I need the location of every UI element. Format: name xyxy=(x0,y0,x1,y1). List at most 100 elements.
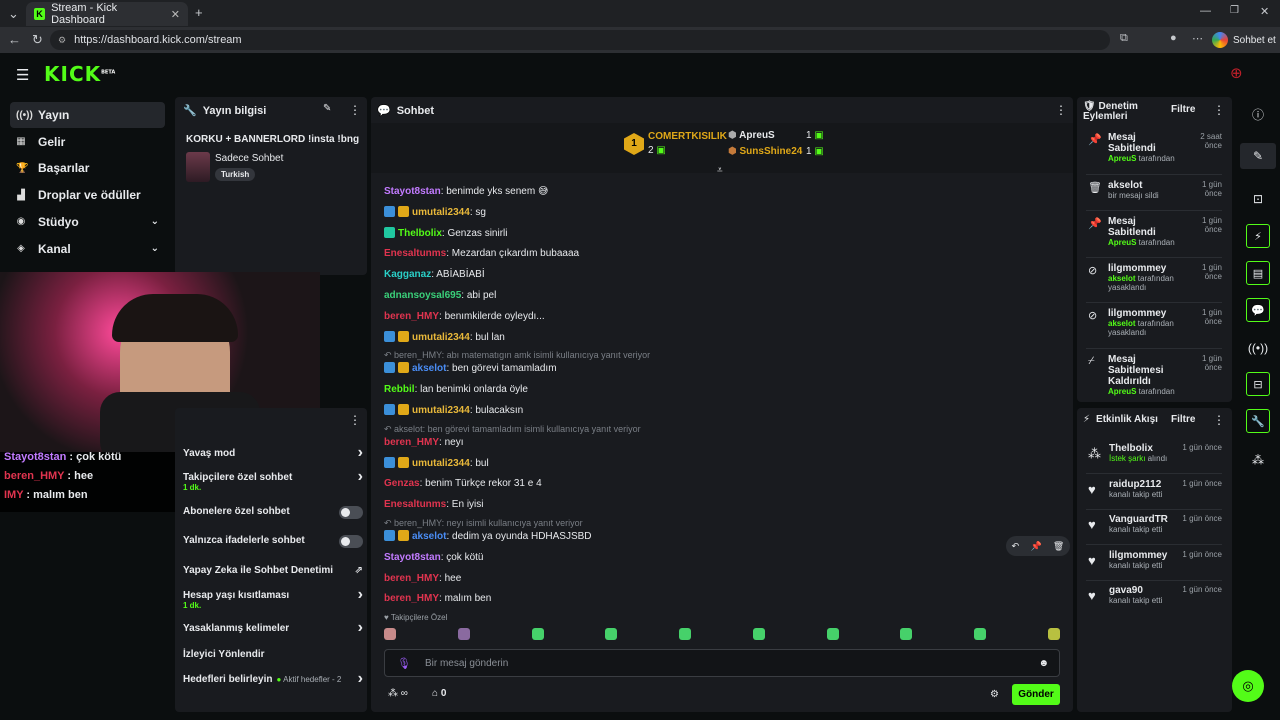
emote-icon[interactable] xyxy=(1047,628,1060,640)
support-icon[interactable]: ◎ xyxy=(1232,670,1264,702)
chat-message[interactable]: umutali2344: bulacaksın xyxy=(384,404,523,417)
chat-message[interactable]: Stayot8stan: benimde yks senem 😅 xyxy=(384,185,548,198)
chat-message[interactable]: umutali2344: sg xyxy=(384,205,486,219)
info-icon[interactable]: ⓘ xyxy=(1236,106,1280,123)
quick-action-flash-icon[interactable]: ⚡ xyxy=(1236,224,1280,248)
microphone-icon[interactable]: 🎙 xyxy=(397,657,411,670)
chevron-down-icon[interactable]: ⌄ xyxy=(151,216,159,227)
emote-icon[interactable] xyxy=(531,628,544,640)
url-bar[interactable]: ⚙ https://dashboard.kick.com/stream xyxy=(50,30,1110,50)
chat-setting-row[interactable]: Yalnızca ifadelerle sohbet xyxy=(183,535,363,548)
chat-username[interactable]: Kagganaz xyxy=(384,269,431,280)
chat-username[interactable]: Thelbolix xyxy=(398,228,442,239)
nav-item[interactable]: ◉ Stüdyo ⌄ xyxy=(10,209,165,235)
chat-username[interactable]: Rebbil xyxy=(384,384,415,395)
chat-message[interactable]: adnansoysal695: abi pel xyxy=(384,289,496,302)
user-avatar-icon[interactable]: ⊕ xyxy=(1230,64,1243,82)
nav-item[interactable]: ◈ Kanal ⌄ xyxy=(10,236,165,262)
emote-icon[interactable] xyxy=(974,628,987,640)
chevron-right-icon[interactable]: › xyxy=(358,670,363,688)
notes-icon[interactable]: ▤ xyxy=(1236,261,1280,285)
chat-message[interactable]: akselot: dedim ya oyunda HDHASJSBD xyxy=(384,530,592,543)
external-link-icon[interactable]: ⇗ xyxy=(355,565,363,576)
stream-info-more-icon[interactable]: ⋮ xyxy=(349,103,361,117)
chat-username[interactable]: Enesaltunms xyxy=(384,248,446,259)
activity-item[interactable]: ♥ lilgmommey kanalı takip etti 1 gün önce xyxy=(1088,550,1222,570)
tools-icon[interactable]: 🔧 xyxy=(1236,409,1280,433)
chat-more-icon[interactable]: ⋮ xyxy=(1055,103,1067,117)
chevron-down-icon[interactable]: ⌄ xyxy=(151,243,159,254)
activity-item[interactable]: ♥ raidup2112 kanalı takip etti 1 gün önce xyxy=(1088,479,1222,499)
activity-item[interactable]: ♥ gava90 kanalı takip etti 1 gün önce xyxy=(1088,585,1222,605)
chat-username[interactable]: umutali2344 xyxy=(412,207,470,218)
chat-settings-more-icon[interactable]: ⋮ xyxy=(349,413,361,427)
close-window-icon[interactable]: ✕ xyxy=(1260,5,1269,18)
mod-action-item[interactable]: ⊘ lilgmommey akselot tarafından yasaklandı… xyxy=(1088,263,1222,292)
chat-username[interactable]: beren_HMY xyxy=(384,593,439,604)
chat-message[interactable]: beren_HMY: neyı xyxy=(384,436,463,449)
collapse-icon[interactable]: ⩡ xyxy=(717,165,723,176)
points-display[interactable]: ⌂ 0 xyxy=(432,688,446,699)
chat-setting-row[interactable]: Yavaş mod › xyxy=(183,444,363,461)
chat-username[interactable]: Stayot8stan xyxy=(384,552,441,563)
chat-setting-row[interactable]: Hesap yaşı kısıtlaması 1 dk. › xyxy=(183,586,363,610)
edit-icon[interactable]: ✎ xyxy=(323,103,331,114)
chat-message[interactable]: Kagganaz: ABİABİABİ xyxy=(384,268,485,281)
chat-username[interactable]: umutali2344 xyxy=(412,458,470,469)
chevron-right-icon[interactable]: › xyxy=(358,586,363,604)
chevron-right-icon[interactable]: › xyxy=(358,619,363,637)
chat-username[interactable]: umutali2344 xyxy=(412,332,470,343)
mod-action-item[interactable]: ⌿ Mesaj Sabitlemesi Kaldırıldı ApreuS tara… xyxy=(1088,354,1222,396)
chat-message[interactable]: beren_HMY: hee xyxy=(384,572,461,585)
chat-setting-row[interactable]: Yasaklanmış kelimeler › xyxy=(183,619,363,636)
chat-message[interactable]: Stayot8stan: çok kötü xyxy=(384,551,484,564)
activity-filter-button[interactable]: Filtre xyxy=(1171,414,1195,425)
mod-action-item[interactable]: 📌 Mesaj Sabitlendi ApreuS tarafından 2 saat… xyxy=(1088,132,1222,163)
chat-username[interactable]: adnansoysal695 xyxy=(384,290,461,301)
reload-icon[interactable]: ↻ xyxy=(32,32,43,48)
chat-setting-row[interactable]: Hedefleri belirleyin ● Aktif hedefler - 2… xyxy=(183,670,363,687)
extensions-icon[interactable]: ⧉ xyxy=(1120,32,1128,45)
send-button[interactable]: Gönder xyxy=(1012,684,1060,705)
chat-username[interactable]: Genzas xyxy=(384,478,420,489)
toggle-switch[interactable] xyxy=(339,506,363,519)
menu-icon[interactable]: ☰ xyxy=(16,66,29,84)
reply-icon[interactable]: ↶ xyxy=(1012,541,1020,552)
chat-settings-icon[interactable]: ⚙ xyxy=(990,689,999,700)
mod-action-item[interactable]: 📌 Mesaj Sabitlendi ApreuS tarafından 1 gün … xyxy=(1088,216,1222,247)
chat-username[interactable]: beren_HMY xyxy=(384,573,439,584)
back-icon[interactable]: ← xyxy=(8,32,21,47)
activity-item[interactable]: ♥ VanguardTR kanalı takip etti 1 gün önce xyxy=(1088,514,1222,534)
chat-message[interactable]: Thelbolix: Genzas sinirli xyxy=(384,226,507,240)
chat-setting-row[interactable]: Takipçilere özel sohbet 1 dk. › xyxy=(183,468,363,492)
activity-more-icon[interactable]: ⋮ xyxy=(1213,413,1225,427)
chat-message[interactable]: Enesaltunms: En iyisi xyxy=(384,498,483,511)
emote-icon[interactable] xyxy=(457,628,470,640)
second-user[interactable]: ⬢ ApreuS xyxy=(728,130,775,141)
edit-stream-icon[interactable]: ✎ xyxy=(1240,143,1276,169)
chat-setting-row[interactable]: İzleyici Yönlendir xyxy=(183,649,363,660)
tab-close-icon[interactable]: ✕ xyxy=(171,8,180,21)
pin-icon[interactable]: 📌 xyxy=(1030,541,1041,552)
chat-popout-icon[interactable]: 💬 xyxy=(1236,298,1280,322)
tab-list-icon[interactable]: ⌄ xyxy=(8,6,19,22)
chat-message[interactable]: beren_HMY: benımkilerde oyleydı... xyxy=(384,310,545,323)
mod-more-icon[interactable]: ⋮ xyxy=(1213,103,1225,117)
chat-username[interactable]: akselot xyxy=(412,531,446,542)
chevron-right-icon[interactable]: › xyxy=(358,444,363,462)
emote-icon[interactable] xyxy=(605,628,618,640)
emote-icon[interactable] xyxy=(752,628,765,640)
community-icon[interactable]: ⁂ ∞ xyxy=(388,688,408,699)
minimize-icon[interactable]: — xyxy=(1200,5,1211,17)
nav-item[interactable]: ((•)) Yayın xyxy=(10,102,165,128)
community-bar-icon[interactable]: ⁂ xyxy=(1236,453,1280,467)
copilot-button[interactable]: Sohbet et xyxy=(1212,30,1276,50)
nav-item[interactable]: ▦ Gelir xyxy=(10,129,165,155)
broadcast-signal-icon[interactable]: ((•)) xyxy=(1236,341,1280,355)
mod-filter-button[interactable]: Filtre xyxy=(1171,104,1195,115)
nav-item[interactable]: 🏆 Başarılar xyxy=(10,155,165,181)
chat-setting-row[interactable]: Yapay Zeka ile Sohbet Denetimi ⇗ xyxy=(183,565,363,576)
delete-icon[interactable]: 🗑 xyxy=(1053,541,1064,552)
chat-username[interactable]: Stayot8stan xyxy=(384,186,441,197)
chat-username[interactable]: beren_HMY xyxy=(384,437,439,448)
